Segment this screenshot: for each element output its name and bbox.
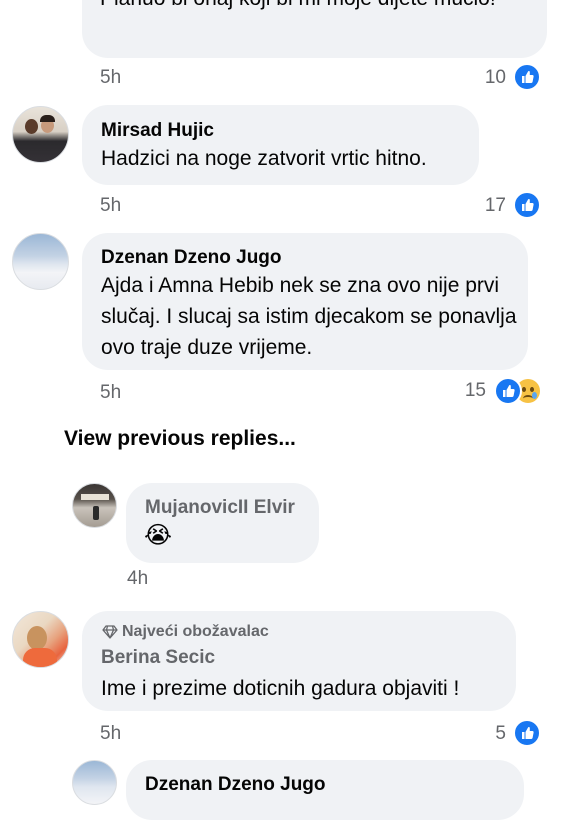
comment-author[interactable]: Berina Secic xyxy=(101,647,215,669)
like-icon[interactable] xyxy=(494,377,522,405)
reaction-count[interactable]: 5 xyxy=(470,723,506,745)
comment-text-content: Planuo bi onaj koji bi mi moje dijete mu… xyxy=(100,0,496,10)
comment-text: Planuo bi onaj koji bi mi moje dijete mu… xyxy=(100,0,500,45)
comment-author[interactable]: Dzenan Dzeno Jugo xyxy=(101,247,282,269)
comment-text: Ajda i Amna Hebib nek se zna ovo nije pr… xyxy=(101,270,521,363)
comment-time[interactable]: 5h xyxy=(100,382,121,404)
like-icon[interactable] xyxy=(513,63,541,91)
comment-text: Ime i prezime doticnih gadura objaviti ! xyxy=(101,677,460,700)
avatar[interactable] xyxy=(12,611,69,668)
avatar[interactable] xyxy=(72,760,117,805)
avatar[interactable] xyxy=(12,106,69,163)
comment-text-content: Ajda i Amna Hebib nek se zna ovo nije pr… xyxy=(101,274,517,359)
comment-author[interactable]: Dzenan Dzeno Jugo xyxy=(145,774,326,796)
reaction-count[interactable]: 17 xyxy=(470,195,506,217)
diamond-icon xyxy=(102,625,118,639)
reaction-count[interactable]: 10 xyxy=(470,67,506,89)
view-previous-replies-link[interactable]: View previous replies... xyxy=(64,427,296,451)
comment-text: Hadzici na noge zatvorit vrtic hitno. xyxy=(101,147,427,170)
comment-time[interactable]: 4h xyxy=(127,568,148,590)
avatar[interactable] xyxy=(12,233,69,290)
like-icon[interactable] xyxy=(513,719,541,747)
comment-time[interactable]: 5h xyxy=(100,195,121,217)
avatar[interactable] xyxy=(72,483,117,528)
reaction-count[interactable]: 15 xyxy=(450,380,486,402)
comment-author[interactable]: MujanovicII Elvir xyxy=(145,497,295,519)
comment-time[interactable]: 5h xyxy=(100,67,121,89)
top-fan-badge[interactable]: Najveći obožavalac xyxy=(102,623,269,641)
badge-label: Najveći obožavalac xyxy=(122,623,269,640)
comment-time[interactable]: 5h xyxy=(100,723,121,745)
like-icon[interactable] xyxy=(513,191,541,219)
comment-emoji: 😭 xyxy=(144,522,173,549)
comment-author[interactable]: Mirsad Hujic xyxy=(101,120,214,142)
